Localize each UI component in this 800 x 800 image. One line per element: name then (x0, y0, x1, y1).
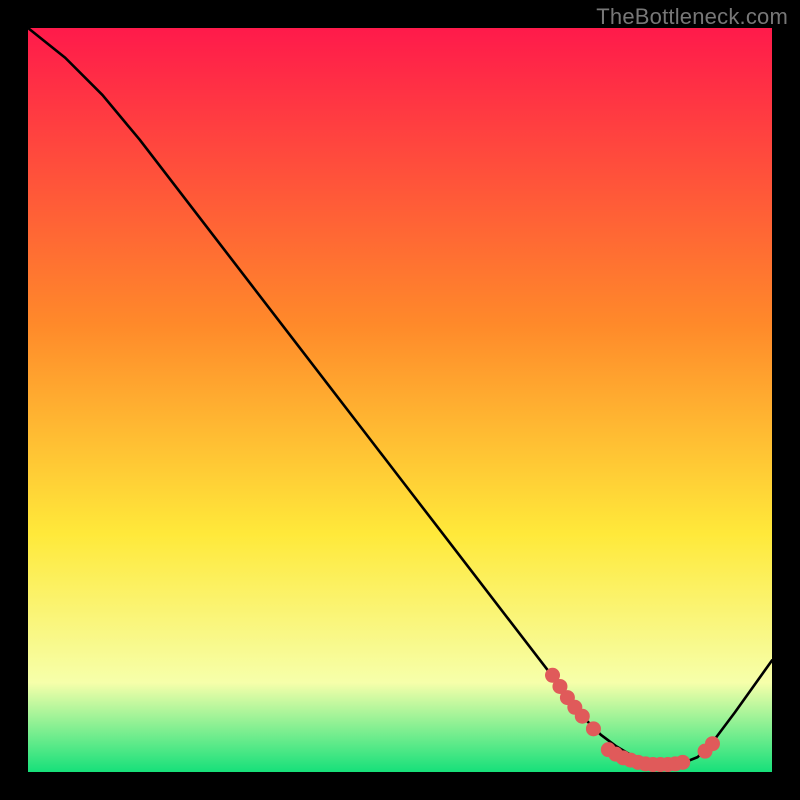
data-marker (586, 721, 601, 736)
chart-frame: TheBottleneck.com (0, 0, 800, 800)
data-marker (575, 709, 590, 724)
chart-svg (28, 28, 772, 772)
plot-area (28, 28, 772, 772)
data-marker (675, 755, 690, 770)
watermark-text: TheBottleneck.com (596, 4, 788, 30)
data-marker (705, 736, 720, 751)
